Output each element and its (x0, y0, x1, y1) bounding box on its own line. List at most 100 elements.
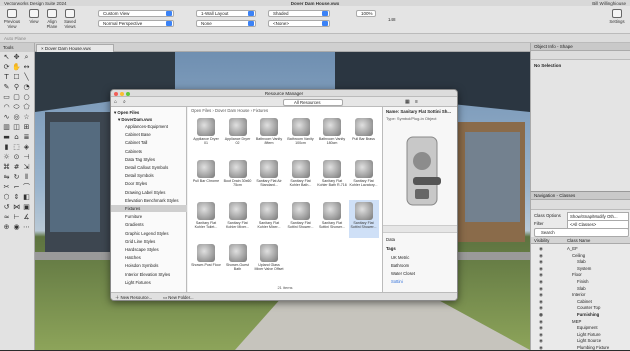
resource-item[interactable]: Sanitary Flat Kohler Toilet... (191, 200, 221, 238)
resource-item[interactable]: Boot Drain 30x60 75cm (223, 158, 253, 196)
window-tool-icon[interactable]: ⊞ (22, 123, 31, 132)
resource-item[interactable]: Sanitary Flat Sottini Shower... (348, 200, 379, 238)
resource-item[interactable]: Shower-Guest Bath (223, 242, 253, 280)
data-section-label[interactable]: Data (386, 237, 395, 242)
close-window-icon[interactable] (114, 91, 118, 96)
view-button[interactable]: View (24, 8, 44, 32)
breadcrumb-open-files[interactable]: Open Files (191, 108, 211, 113)
tree-item[interactable]: Detail Callout Symbols (111, 164, 187, 171)
loft-tool-icon[interactable]: ⋈ (12, 203, 21, 212)
visibility-tool-icon[interactable]: ◉ (12, 223, 21, 232)
tree-item[interactable]: Data Tag Styles (111, 156, 187, 163)
rectangle-tool-icon[interactable]: ▭ (2, 93, 11, 102)
resource-item[interactable]: Sanitary Flat Kohler Mixer... (254, 200, 284, 238)
tree-item[interactable]: Appliances-Equipment (111, 123, 187, 130)
home-icon[interactable]: ⌂ (114, 99, 117, 105)
resource-item[interactable]: Bathroom Vanity 180cm (317, 116, 347, 154)
class-name-column-header[interactable]: Class Name (567, 237, 590, 244)
extrude-tool-icon[interactable]: ◧ (22, 193, 31, 202)
rounded-rectangle-tool-icon[interactable]: ▢ (12, 93, 21, 102)
space-tool-icon[interactable]: ⬚ (12, 143, 21, 152)
custom-view-select[interactable]: Custom View (98, 10, 174, 17)
column-tool-icon[interactable]: ▮ (2, 143, 11, 152)
resource-item[interactable]: Shower-Post Floor (191, 242, 221, 280)
fillet-tool-icon[interactable]: ⌒ (22, 183, 31, 192)
breadcrumb-fixtures[interactable]: Fixtures (253, 108, 268, 113)
layout-select[interactable]: 1-Wall Layout (196, 10, 256, 17)
zoom-window-icon[interactable] (126, 91, 130, 96)
eyedropper-tool-icon[interactable]: ⚲ (12, 83, 21, 92)
tag-item[interactable]: Water Closet (391, 271, 415, 276)
tag-item[interactable]: UK Metric (391, 255, 409, 260)
attribute-tool-icon[interactable]: ◔ (22, 83, 31, 92)
grid-view-icon[interactable]: ▦ (405, 99, 410, 105)
tree-item[interactable]: Cabinets (111, 148, 187, 155)
tree-item[interactable]: Furniture (111, 213, 187, 220)
resource-item[interactable]: Pull Bar Brass (349, 116, 379, 154)
more-tools-icon[interactable]: ⋯ (22, 223, 31, 232)
auto-plane-label[interactable]: Auto Plane (4, 36, 26, 41)
flyover-tool-icon[interactable]: ⟳ (2, 63, 11, 72)
tree-item[interactable]: Hatches (111, 254, 187, 261)
resource-item[interactable]: Sanitary Flat Kohler Bath... (286, 158, 316, 196)
shell-tool-icon[interactable]: ▣ (22, 203, 31, 212)
class-search-input[interactable]: Search (534, 228, 629, 237)
visibility-column-header[interactable]: Visibility (531, 238, 549, 243)
resource-item[interactable]: Sanitary Flat Kohler Lavatory... (349, 158, 379, 196)
move-tool-icon[interactable]: ⇲ (22, 163, 31, 172)
door-tool-icon[interactable]: ◫ (12, 123, 21, 132)
reference-tool-icon[interactable]: ⊕ (2, 223, 11, 232)
text-tool-icon[interactable]: T (2, 73, 11, 82)
section-tool-icon[interactable]: ⊣ (22, 153, 31, 162)
stair-tool-icon[interactable]: ≣ (22, 133, 31, 142)
settings-button[interactable]: Settings (606, 8, 628, 32)
resource-item[interactable]: Sanitary Flat Kohler Mixer... (223, 200, 253, 238)
resource-type-filter[interactable]: All Resources (283, 98, 343, 106)
tree-item[interactable]: Gradients (111, 221, 187, 228)
reshape-tool-icon[interactable]: ⬡ (2, 193, 11, 202)
render-mode-select[interactable]: Shaded (268, 10, 330, 17)
dimension-tool-icon[interactable]: ↔ (22, 63, 31, 72)
saved-views-button[interactable]: Saved Views (60, 8, 80, 32)
tree-file-root[interactable]: ▾ DoverDam.vwx (111, 116, 187, 123)
tag-tool-icon[interactable]: ⌘ (2, 163, 11, 172)
rotate-tool-icon[interactable]: ↻ (12, 173, 21, 182)
none-select[interactable]: None (196, 20, 256, 27)
tree-item[interactable]: Cabinet Tall (111, 139, 187, 146)
slab-tool-icon[interactable]: ▬ (2, 133, 11, 142)
light-tool-icon[interactable]: ☼ (2, 153, 11, 162)
pencil-tool-icon[interactable]: ✎ (2, 83, 11, 92)
connect-tool-icon[interactable]: ⌐ (12, 183, 21, 192)
deform-tool-icon[interactable]: ≈ (2, 213, 11, 222)
star-tool-icon[interactable]: ☆ (22, 113, 31, 122)
freehand-tool-icon[interactable]: ∿ (2, 113, 11, 122)
navigation-tabs[interactable] (531, 200, 630, 210)
tree-item[interactable]: Elevation Benchmark Styles (111, 197, 187, 204)
mirror-tool-icon[interactable]: ⇋ (2, 173, 11, 182)
resource-item[interactable]: Appliance Dryer 01 (191, 116, 221, 154)
new-folder-button[interactable]: ▭ New Folder... (163, 295, 194, 300)
tree-item[interactable]: Interior Elevation Styles (111, 271, 187, 278)
projection-select[interactable]: <None> (268, 20, 330, 27)
previous-view-button[interactable]: Previous View (2, 8, 22, 32)
tree-item[interactable]: Graphic Legend Styles (111, 230, 187, 237)
resource-item[interactable]: Appliance Dryer 02 (223, 116, 253, 154)
camera-tool-icon[interactable]: ⊙ (12, 153, 21, 162)
tree-open-files[interactable]: ▾ Open Files (111, 109, 187, 116)
grid-tool-icon[interactable]: # (12, 163, 21, 172)
tab-dover-dam-house[interactable]: × Dover Dam House.vwx (36, 44, 114, 52)
tree-item[interactable]: Cabinet Base (111, 131, 187, 138)
resource-item[interactable]: Upland Glass Mixer Valve Offset (254, 242, 284, 280)
roof-tool-icon[interactable]: ⌂ (12, 133, 21, 142)
tape-measure-tool-icon[interactable]: ⊢ (12, 213, 21, 222)
tree-item[interactable]: Fixtures (111, 205, 187, 212)
resource-item[interactable]: Sanitary Flat Air Standard... (254, 158, 284, 196)
tree-item[interactable]: Light Fixtures (111, 279, 187, 286)
new-resource-button[interactable]: ＋ New Resource... (115, 295, 152, 300)
tag-item[interactable]: Bathroom (391, 263, 409, 268)
spiral-tool-icon[interactable]: ◎ (12, 113, 21, 122)
search-icon[interactable]: ⌕ (123, 99, 126, 105)
callout-tool-icon[interactable]: ☐ (12, 73, 21, 82)
wall-tool-icon[interactable]: ▥ (2, 123, 11, 132)
tree-item[interactable]: Hoisdon Symbols (111, 262, 187, 269)
